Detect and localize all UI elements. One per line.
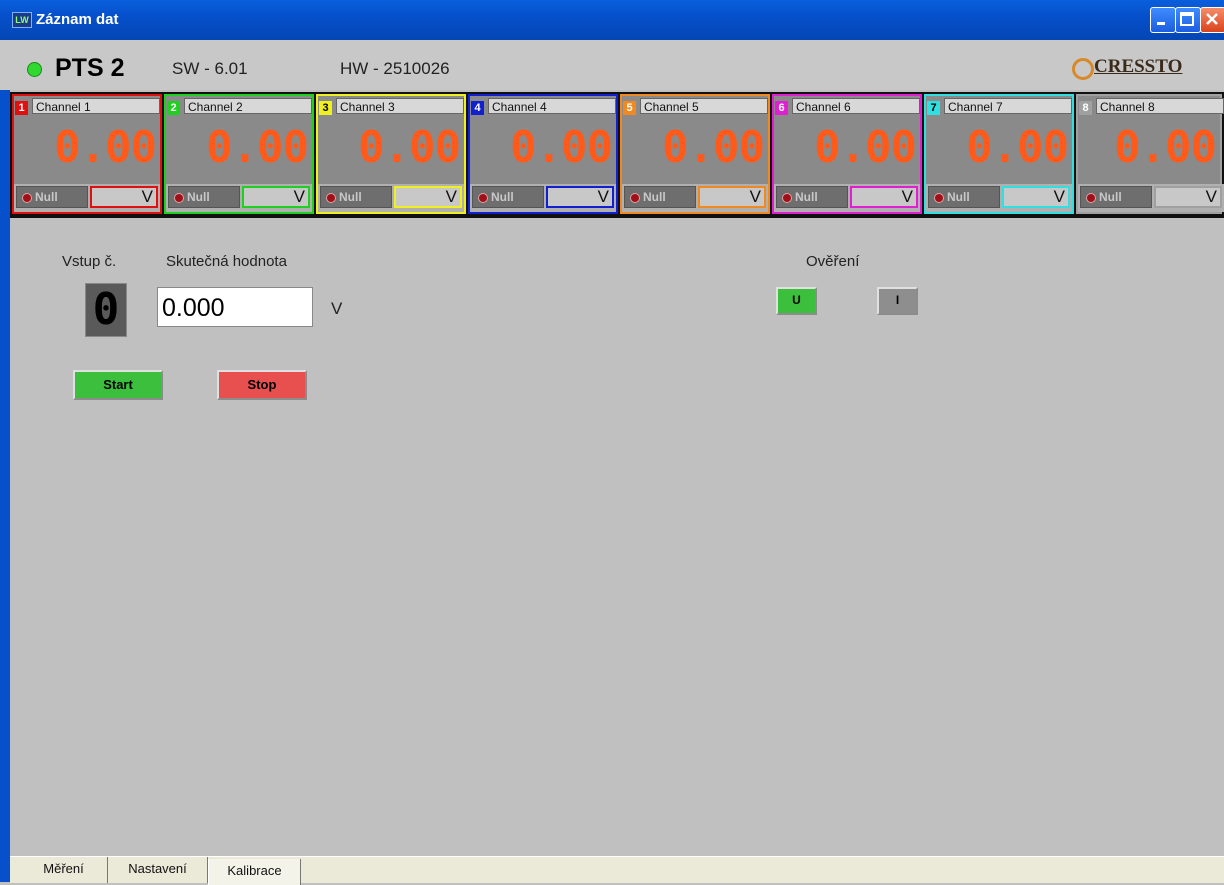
app-icon: LW bbox=[12, 12, 32, 28]
channel-panel-1[interactable]: 1 Channel 1 0.00 Null V bbox=[12, 94, 162, 214]
null-button[interactable]: Null bbox=[624, 186, 696, 208]
minimize-icon bbox=[1157, 22, 1165, 25]
channel-value: 0.00 bbox=[966, 122, 1069, 173]
tab-kalibrace[interactable]: Kalibrace bbox=[208, 859, 301, 885]
channel-number: 4 bbox=[471, 101, 484, 115]
channel-strip: 1 Channel 1 0.00 Null V 2 Channel 2 0.00… bbox=[10, 92, 1224, 218]
channel-unit: V bbox=[90, 186, 158, 208]
status-led-icon bbox=[27, 62, 42, 77]
channel-panel-8[interactable]: 8 Channel 8 0.00 Null V bbox=[1076, 94, 1224, 214]
channel-unit: V bbox=[698, 186, 766, 208]
channel-unit: V bbox=[394, 186, 462, 208]
tab-mereni[interactable]: Měření bbox=[20, 857, 108, 883]
input-number-label: Vstup č. bbox=[62, 253, 117, 270]
null-led-icon bbox=[630, 193, 640, 203]
channel-number: 8 bbox=[1079, 101, 1092, 115]
channel-name: Channel 3 bbox=[336, 98, 464, 114]
channel-unit: V bbox=[1154, 186, 1222, 208]
channel-panel-7[interactable]: 7 Channel 7 0.00 Null V bbox=[924, 94, 1074, 214]
null-button[interactable]: Null bbox=[168, 186, 240, 208]
window-left-border bbox=[0, 90, 10, 882]
null-led-icon bbox=[782, 193, 792, 203]
window-title: Záznam dat bbox=[36, 11, 119, 28]
start-button[interactable]: Start bbox=[73, 370, 163, 400]
stop-button[interactable]: Stop bbox=[217, 370, 307, 400]
channel-value: 0.00 bbox=[54, 122, 157, 173]
channel-value: 0.00 bbox=[358, 122, 461, 173]
null-button[interactable]: Null bbox=[472, 186, 544, 208]
brand-name: CRESSTO bbox=[1094, 56, 1183, 77]
tab-nastaveni[interactable]: Nastavení bbox=[108, 857, 208, 883]
channel-number: 5 bbox=[623, 101, 636, 115]
channel-value: 0.00 bbox=[814, 122, 917, 173]
channel-name: Channel 8 bbox=[1096, 98, 1224, 114]
channel-value: 0.00 bbox=[510, 122, 613, 173]
tab-bar: Měření Nastavení Kalibrace bbox=[10, 856, 1224, 885]
actual-value-field[interactable]: 0.000 bbox=[157, 287, 313, 327]
verify-current-button[interactable]: I bbox=[877, 287, 918, 315]
hardware-version: HW - 2510026 bbox=[340, 59, 450, 78]
actual-value-unit: V bbox=[331, 299, 343, 318]
channel-unit: V bbox=[242, 186, 310, 208]
actual-value-label: Skutečná hodnota bbox=[166, 253, 287, 270]
null-button[interactable]: Null bbox=[320, 186, 392, 208]
channel-number: 6 bbox=[775, 101, 788, 115]
close-button[interactable] bbox=[1200, 7, 1224, 33]
channel-panel-6[interactable]: 6 Channel 6 0.00 Null V bbox=[772, 94, 922, 214]
null-led-icon bbox=[478, 193, 488, 203]
null-led-icon bbox=[934, 193, 944, 203]
channel-name: Channel 6 bbox=[792, 98, 920, 114]
input-number-display: 0 bbox=[85, 283, 127, 337]
cressto-logo: CRESSTO bbox=[1072, 55, 1222, 83]
null-button[interactable]: Null bbox=[16, 186, 88, 208]
channel-panel-3[interactable]: 3 Channel 3 0.00 Null V bbox=[316, 94, 466, 214]
null-button[interactable]: Null bbox=[928, 186, 1000, 208]
channel-name: Channel 7 bbox=[944, 98, 1072, 114]
logo-ring-icon bbox=[1072, 58, 1094, 80]
null-led-icon bbox=[22, 193, 32, 203]
null-led-icon bbox=[326, 193, 336, 203]
channel-panel-5[interactable]: 5 Channel 5 0.00 Null V bbox=[620, 94, 770, 214]
channel-panel-2[interactable]: 2 Channel 2 0.00 Null V bbox=[164, 94, 314, 214]
null-led-icon bbox=[174, 193, 184, 203]
maximize-button[interactable] bbox=[1175, 7, 1201, 33]
input-number-value: 0 bbox=[92, 284, 120, 335]
device-name: PTS 2 bbox=[55, 54, 125, 82]
null-led-icon bbox=[1086, 193, 1096, 203]
channel-unit: V bbox=[850, 186, 918, 208]
channel-name: Channel 2 bbox=[184, 98, 312, 114]
verification-label: Ověření bbox=[806, 253, 860, 270]
maximize-icon bbox=[1180, 12, 1194, 26]
channel-number: 2 bbox=[167, 101, 180, 115]
minimize-button[interactable] bbox=[1150, 7, 1176, 33]
verify-voltage-button[interactable]: U bbox=[776, 287, 817, 315]
channel-number: 3 bbox=[319, 101, 332, 115]
channel-value: 0.00 bbox=[1114, 122, 1217, 173]
channel-unit: V bbox=[546, 186, 614, 208]
channel-name: Channel 1 bbox=[32, 98, 160, 114]
null-button[interactable]: Null bbox=[1080, 186, 1152, 208]
channel-name: Channel 5 bbox=[640, 98, 768, 114]
title-bar: LW Záznam dat bbox=[0, 0, 1224, 40]
software-version: SW - 6.01 bbox=[172, 59, 248, 78]
null-button[interactable]: Null bbox=[776, 186, 848, 208]
channel-number: 7 bbox=[927, 101, 940, 115]
channel-panel-4[interactable]: 4 Channel 4 0.00 Null V bbox=[468, 94, 618, 214]
channel-unit: V bbox=[1002, 186, 1070, 208]
channel-name: Channel 4 bbox=[488, 98, 616, 114]
channel-value: 0.00 bbox=[662, 122, 765, 173]
close-icon bbox=[1206, 13, 1218, 25]
channel-number: 1 bbox=[15, 101, 28, 115]
channel-value: 0.00 bbox=[206, 122, 309, 173]
